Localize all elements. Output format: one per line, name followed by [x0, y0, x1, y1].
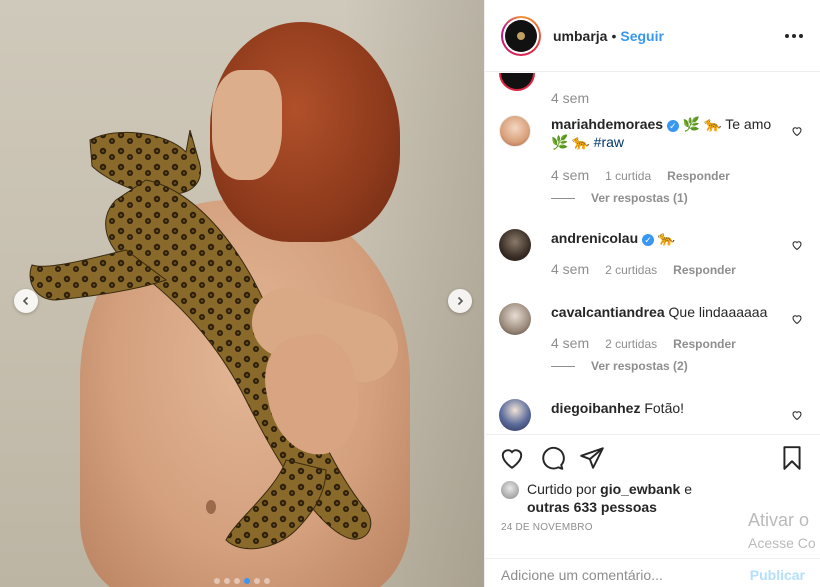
reply-button[interactable]: Responder [667, 169, 730, 183]
post-actions [485, 434, 820, 480]
comment-text: 🌿 🐆 Te amo [682, 116, 772, 132]
more-options-icon[interactable] [784, 26, 804, 46]
publish-button[interactable]: Publicar [750, 567, 805, 583]
like-comment-icon[interactable] [791, 125, 803, 137]
carousel-next-button[interactable] [448, 289, 472, 313]
comment-time: 4 sem [551, 335, 590, 351]
windows-activation-watermark: Ativar o Acesse Co [748, 510, 816, 551]
post-photo[interactable] [0, 0, 484, 587]
comment-avatar[interactable] [499, 303, 531, 335]
watermark-line1: Ativar o [748, 510, 810, 530]
like-comment-icon[interactable] [791, 313, 803, 325]
comment-likes[interactable]: 1 curtida [605, 169, 651, 183]
view-replies-button[interactable]: Ver respostas (1) [551, 191, 688, 205]
comment-username[interactable]: diegoibanhez [551, 400, 640, 416]
caption-time: 4 sem [551, 90, 590, 106]
post-sidebar: umbarja • Seguir 4 sem mariahdemoraes ✓ … [484, 0, 820, 587]
hashtag-link[interactable]: #raw [594, 134, 624, 150]
likes-conj: e [684, 481, 692, 497]
post-date[interactable]: 24 DE NOVEMBRO [501, 522, 593, 533]
liker-avatar[interactable] [501, 481, 519, 499]
chevron-right-icon [457, 296, 464, 306]
like-comment-icon[interactable] [791, 239, 803, 251]
carousel-dot [264, 578, 270, 584]
like-heart-icon[interactable] [499, 445, 525, 471]
replies-divider [551, 197, 575, 199]
liker-username[interactable]: gio_ewbank [600, 481, 680, 497]
comment-input[interactable]: Adicione um comentário... [501, 567, 663, 583]
verified-badge-icon: ✓ [642, 234, 655, 246]
carousel-prev-button[interactable] [14, 289, 38, 313]
avatar[interactable] [501, 15, 541, 56]
share-plane-icon[interactable] [579, 445, 605, 471]
bookmark-icon[interactable] [779, 445, 805, 471]
header-separator: • [611, 27, 617, 44]
view-replies-label: Ver respostas (1) [591, 191, 688, 205]
comment-likes[interactable]: 2 curtidas [605, 263, 657, 277]
carousel-dot [234, 578, 240, 584]
verified-badge-icon: ✓ [666, 120, 679, 132]
reply-button[interactable]: Responder [673, 337, 736, 351]
comment-time: 4 sem [551, 261, 590, 277]
like-comment-icon[interactable] [791, 409, 803, 421]
comment-text-line2: 🌿 🐆 [551, 134, 590, 150]
comment-username[interactable]: andrenicolau [551, 230, 638, 246]
comment-avatar[interactable] [499, 229, 531, 261]
comment-username[interactable]: mariahdemoraes [551, 116, 663, 132]
carousel-dot [214, 578, 220, 584]
carousel-dot [224, 578, 230, 584]
view-replies-button[interactable]: Ver respostas (2) [551, 359, 688, 373]
carousel-dot [244, 578, 250, 584]
comment-text: 🐆 [657, 230, 676, 246]
comment-likes[interactable]: 2 curtidas [605, 337, 657, 351]
comment-avatar[interactable] [499, 399, 531, 431]
comment-time: 4 sem [551, 167, 590, 183]
add-comment-bar: Adicione um comentário... Publicar [485, 558, 820, 587]
comments-list[interactable]: 4 sem mariahdemoraes ✓ 🌿 🐆 Te amo 🌿 🐆 #r… [485, 73, 820, 433]
post-username[interactable]: umbarja [553, 28, 607, 44]
comment-text: Fotão! [644, 400, 685, 416]
carousel-dot [254, 578, 260, 584]
carousel-indicator [214, 578, 270, 584]
view-replies-label: Ver respostas (2) [591, 359, 688, 373]
comment-avatar[interactable] [499, 115, 531, 147]
reply-button[interactable]: Responder [673, 263, 736, 277]
watermark-line2: Acesse Co [748, 535, 816, 551]
caption-avatar [499, 73, 535, 91]
likes-prefix: Curtido por [527, 481, 597, 497]
likes-others[interactable]: outras 633 pessoas [527, 499, 657, 515]
post-header: umbarja • Seguir [485, 0, 820, 72]
chevron-left-icon [22, 296, 29, 306]
follow-button[interactable]: Seguir [620, 28, 664, 44]
comment-bubble-icon[interactable] [539, 445, 565, 471]
comment-username[interactable]: cavalcantiandrea [551, 304, 665, 320]
comment-text: Que lindaaaaaa [668, 304, 768, 320]
replies-divider [551, 365, 575, 367]
